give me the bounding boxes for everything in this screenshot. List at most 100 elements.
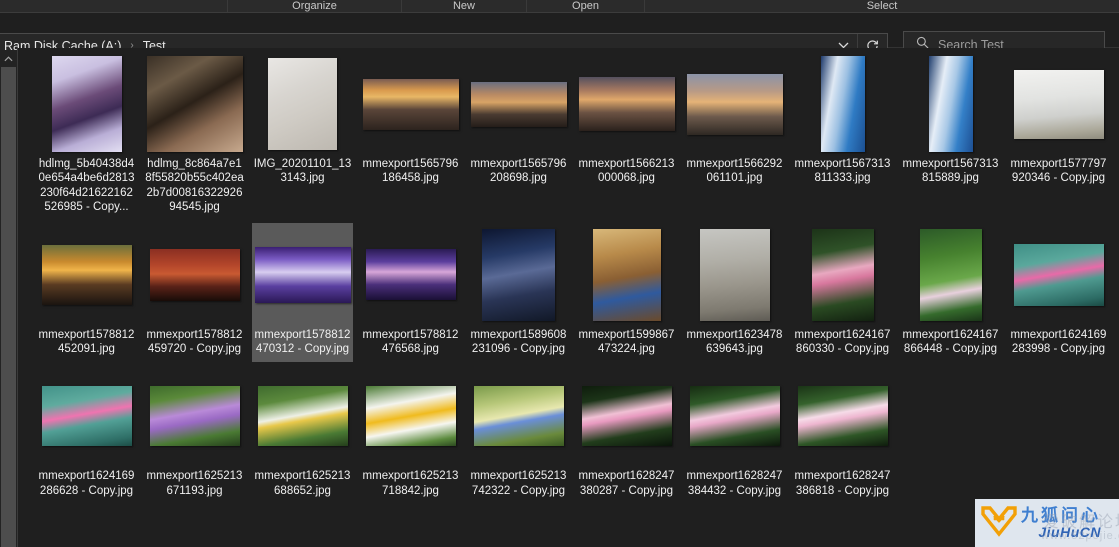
file-tile[interactable]: IMG_20201101_133143.jpg xyxy=(252,52,353,221)
ribbon-group-organize[interactable]: Organize xyxy=(228,0,402,12)
file-name-label: mmexport1625213671193.jpg xyxy=(146,470,243,497)
file-thumbnail-wrapper xyxy=(146,56,243,152)
ribbon-group-label: New xyxy=(452,0,475,12)
ribbon-group-label: Select xyxy=(866,0,898,12)
file-tile[interactable]: mmexport1625213671193.jpg xyxy=(144,364,245,504)
scrollbar-thumb[interactable] xyxy=(1,67,16,547)
vertical-scrollbar[interactable] xyxy=(0,50,17,547)
file-thumbnail-wrapper xyxy=(795,56,891,152)
file-tile[interactable]: mmexport1589608231096 - Copy.jpg xyxy=(468,223,569,363)
file-name-label: mmexport1566213000068.jpg xyxy=(578,158,675,185)
file-thumbnail-lotus-dark-3 xyxy=(797,386,888,447)
file-thumbnail-stone-statue xyxy=(699,228,770,321)
file-tile[interactable]: mmexport1567313811333.jpg xyxy=(792,52,893,221)
file-name-label: IMG_20201101_133143.jpg xyxy=(253,158,352,185)
file-thumbnail-wrapper xyxy=(795,227,891,323)
file-name-label: mmexport1589608231096 - Copy.jpg xyxy=(470,328,567,356)
address-bar: Ram Disk Cache (A:) › Test Search Test xyxy=(0,14,1119,59)
file-thumbnail-wrapper xyxy=(903,227,999,323)
file-tile[interactable]: mmexport1624169283998 - Copy.jpg xyxy=(1008,223,1109,363)
file-thumbnail-autumn-girl xyxy=(592,228,661,321)
file-name-label: mmexport1624169283998 - Copy.jpg xyxy=(1010,328,1107,356)
ribbon-group-new[interactable]: New xyxy=(402,0,527,12)
file-tile[interactable]: mmexport1566292061101.jpg xyxy=(684,52,785,221)
file-tile[interactable]: mmexport1628247386818 - Copy.jpg xyxy=(792,364,893,504)
watermark-text: 爱破解论坛 www.52pojie.cn 九狐问心 JiuHuCN xyxy=(1021,506,1119,542)
file-tile[interactable]: mmexport1625213688652.jpg xyxy=(252,364,353,504)
file-thumbnail-river-sun xyxy=(686,73,783,135)
file-tile[interactable]: mmexport1625213742322 - Copy.jpg xyxy=(468,364,569,504)
file-thumbnail-cafe-woman xyxy=(146,56,243,152)
file-thumbnail-milky-way xyxy=(482,228,555,321)
file-thumbnail-dessert-plate xyxy=(268,58,337,150)
file-thumbnail-wrapper xyxy=(255,56,351,152)
ribbon-group-clipboard[interactable] xyxy=(0,0,228,12)
file-thumbnail-city-sunset-1 xyxy=(362,78,459,130)
file-thumbnail-wrapper xyxy=(471,368,567,464)
file-name-label: mmexport1567313815889.jpg xyxy=(902,158,999,185)
file-name-label: mmexport1625213718842.jpg xyxy=(362,470,459,497)
file-tile[interactable]: mmexport1624167860330 - Copy.jpg xyxy=(792,223,893,363)
file-tile[interactable]: mmexport1578812470312 - Copy.jpg xyxy=(252,222,353,363)
ribbon-group-select[interactable]: Select xyxy=(645,0,1119,12)
file-tile[interactable]: hdlmg_8c864a7e18f55820b55c402ea2b7d00816… xyxy=(144,52,245,221)
file-tile[interactable]: mmexport1577797920346 - Copy.jpg xyxy=(1008,52,1109,221)
file-thumbnail-wrapper xyxy=(687,227,783,323)
file-thumbnail-wrapper xyxy=(903,56,999,152)
file-thumbnail-wrapper xyxy=(39,227,135,323)
file-thumbnail-wrapper xyxy=(39,56,135,152)
file-thumbnail-anime-girl xyxy=(51,56,122,152)
file-thumbnail-wrapper xyxy=(579,227,675,323)
file-tile[interactable]: mmexport1578812459720 - Copy.jpg xyxy=(144,223,245,363)
file-tile[interactable]: mmexport1623478639643.jpg xyxy=(684,223,785,363)
file-thumbnail-fireworks-purple xyxy=(254,246,351,303)
file-tile[interactable]: mmexport1578812452091.jpg xyxy=(36,223,137,363)
file-thumbnail-yellow-meadow xyxy=(473,386,564,447)
file-thumbnail-wrapper xyxy=(363,368,459,464)
file-thumbnail-wrapper xyxy=(578,56,675,152)
file-name-label: mmexport1578812476568.jpg xyxy=(362,328,459,356)
file-tile[interactable]: mmexport1566213000068.jpg xyxy=(576,52,677,221)
file-name-label: mmexport1628247380287 - Copy.jpg xyxy=(578,470,675,497)
fox-logo-icon xyxy=(981,504,1017,542)
file-thumbnail-wrapper xyxy=(579,368,675,464)
file-thumbnail-wrapper xyxy=(254,227,351,323)
file-thumbnail-wrapper xyxy=(686,56,783,152)
file-tile[interactable]: mmexport1625213718842.jpg xyxy=(360,364,461,504)
file-tile[interactable]: mmexport1599867473224.jpg xyxy=(576,223,677,363)
file-name-label: mmexport1565796186458.jpg xyxy=(362,158,459,185)
file-thumbnail-wrapper xyxy=(147,227,243,323)
file-tile[interactable]: mmexport1628247380287 - Copy.jpg xyxy=(576,364,677,504)
file-tile[interactable]: mmexport1628247384432 - Copy.jpg xyxy=(684,364,785,504)
file-tile[interactable]: mmexport1565796208698.jpg xyxy=(468,52,569,221)
file-tile[interactable]: mmexport1578812476568.jpg xyxy=(360,223,461,363)
file-explorer-window: Organize New Open Select Ram Disk Cache … xyxy=(0,0,1119,547)
file-thumbnail-wrapper xyxy=(255,368,351,464)
file-thumbnail-snow-tree xyxy=(1013,69,1104,139)
file-name-label: mmexport1578812459720 - Copy.jpg xyxy=(146,328,243,356)
file-tile[interactable]: mmexport1624169286628 - Copy.jpg xyxy=(36,364,137,504)
file-thumbnail-wrapper xyxy=(470,56,567,152)
file-name-label: mmexport1578812452091.jpg xyxy=(38,328,135,356)
file-thumbnail-wrapper xyxy=(362,56,459,152)
file-tile[interactable]: mmexport1624167866448 - Copy.jpg xyxy=(900,223,1001,363)
file-thumbnail-mountain-sunset xyxy=(41,244,132,305)
file-thumbnail-daisies-field xyxy=(257,386,348,447)
file-thumbnail-wrapper xyxy=(363,227,459,323)
scroll-up-icon[interactable] xyxy=(0,50,17,67)
file-thumbnail-wrapper xyxy=(147,368,243,464)
file-thumbnail-wrapper xyxy=(687,368,783,464)
file-thumbnail-wrapper xyxy=(795,368,891,464)
file-tile[interactable]: mmexport1565796186458.jpg xyxy=(360,52,461,221)
file-list-view[interactable]: hdlmg_5b40438d40e654a4be6d2813230f64d216… xyxy=(18,48,1119,547)
file-name-label: mmexport1628247386818 - Copy.jpg xyxy=(794,470,891,497)
ribbon-group-open[interactable]: Open xyxy=(527,0,645,12)
file-thumbnail-fountain-night xyxy=(365,249,456,301)
file-tile[interactable]: mmexport1567313815889.jpg xyxy=(900,52,1001,221)
file-thumbnail-lotus-bud xyxy=(811,228,874,321)
file-tile[interactable]: hdlmg_5b40438d40e654a4be6d2813230f64d216… xyxy=(36,52,137,221)
file-name-label: mmexport1624167860330 - Copy.jpg xyxy=(794,328,891,356)
file-thumbnail-lotus-teal-2 xyxy=(41,386,132,447)
ribbon-bar: Organize New Open Select xyxy=(0,0,1119,13)
file-thumbnail-daisy-closeup xyxy=(365,386,456,447)
